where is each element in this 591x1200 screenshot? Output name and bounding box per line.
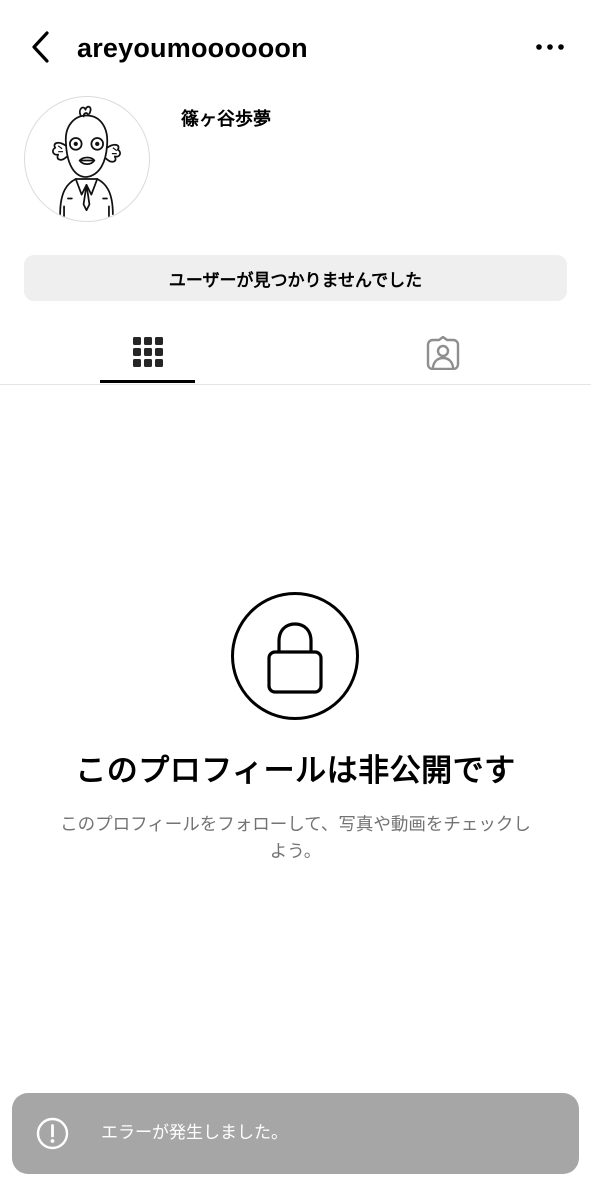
user-not-found-button[interactable]: ユーザーが見つかりませんでした [24,255,567,301]
lock-icon [267,622,323,694]
error-toast: エラーが発生しました。 [12,1093,579,1174]
top-nav-bar: areyoumoooooon [0,0,591,96]
lock-badge [231,592,359,720]
profile-username: areyoumoooooon [77,33,308,63]
tagged-person-icon [426,335,460,371]
tab-posts-grid[interactable] [0,320,295,384]
grid-icon [133,337,163,367]
error-toast-message: エラーが発生しました。 [101,1123,288,1143]
tab-tagged[interactable] [295,320,591,384]
exclamation-circle-icon [36,1117,69,1150]
active-tab-indicator [100,380,195,383]
more-options-button[interactable] [534,30,566,64]
private-profile-description: このプロフィールをフォローして、写真や動画をチェックしよう。 [60,815,531,862]
fish-man-illustration [52,105,121,217]
private-profile-title: このプロフィールは非公開です [75,753,516,789]
profile-screen: areyoumoooooon 篠ヶ谷歩夢 ユーザーが見つかりませんでした このプ… [0,0,591,1200]
back-button[interactable] [26,28,58,68]
chevron-left-icon [32,31,49,63]
more-horizontal-icon [536,44,564,50]
tab-divider [0,384,591,385]
display-name: 篠ヶ谷歩夢 [181,109,271,130]
avatar[interactable] [24,96,150,222]
